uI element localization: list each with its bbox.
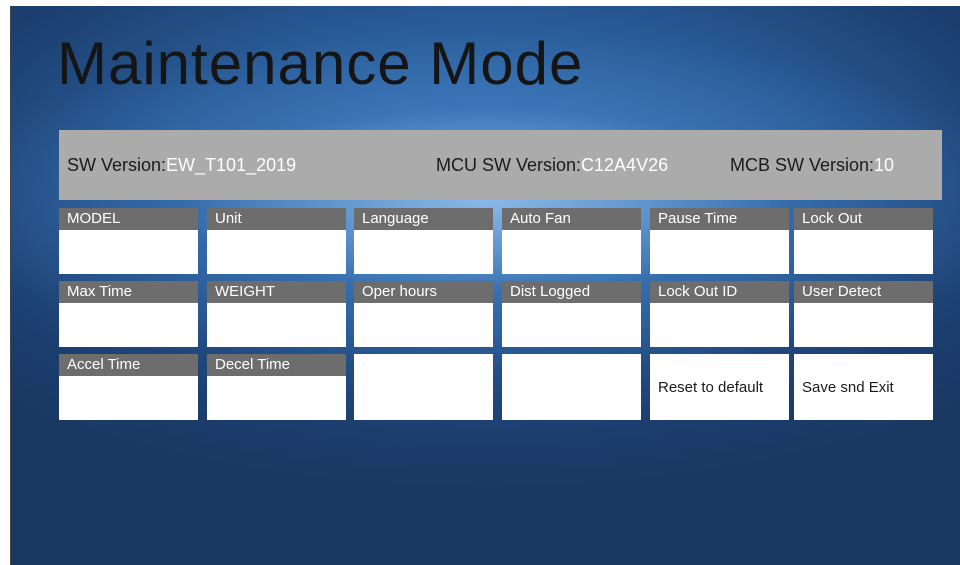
param-lock-out[interactable]: Lock Out — [794, 208, 933, 274]
param-label: Dist Logged — [502, 281, 641, 303]
param-label: Accel Time — [59, 354, 198, 376]
param-max-time[interactable]: Max Time — [59, 281, 198, 347]
page-title: Maintenance Mode — [57, 30, 584, 97]
param-label: Auto Fan — [502, 208, 641, 230]
maintenance-screen: Maintenance Mode SW Version: EW_T101_2019… — [10, 6, 960, 565]
param-decel-time[interactable]: Decel Time — [207, 354, 346, 420]
param-value — [354, 230, 493, 274]
param-value — [354, 303, 493, 347]
sw-version-panel: SW Version: EW_T101_2019 — [59, 130, 434, 200]
param-value — [207, 376, 346, 420]
param-model[interactable]: MODEL — [59, 208, 198, 274]
param-label: WEIGHT — [207, 281, 346, 303]
param-value — [794, 230, 933, 274]
param-accel-time[interactable]: Accel Time — [59, 354, 198, 420]
param-value — [207, 230, 346, 274]
mcu-version-panel: MCU SW Version: C12A4V26 — [428, 130, 726, 200]
param-label: Decel Time — [207, 354, 346, 376]
param-unit[interactable]: Unit — [207, 208, 346, 274]
param-value — [650, 230, 789, 274]
param-label: Lock Out — [794, 208, 933, 230]
param-value — [502, 303, 641, 347]
param-value — [794, 303, 933, 347]
mcb-version-panel: MCB SW Version: 10 — [721, 130, 942, 200]
param-pause-time[interactable]: Pause Time — [650, 208, 789, 274]
mcb-version-label: MCB SW Version: — [730, 154, 875, 175]
param-user-detect[interactable]: User Detect — [794, 281, 933, 347]
sw-version-label: SW Version: — [67, 154, 167, 175]
empty-panel — [354, 354, 493, 420]
sw-version-value: EW_T101_2019 — [166, 154, 297, 175]
param-dist-logged[interactable]: Dist Logged — [502, 281, 641, 347]
param-label: Language — [354, 208, 493, 230]
param-label: Lock Out ID — [650, 281, 789, 303]
param-value — [59, 303, 198, 347]
param-value — [650, 303, 789, 347]
mcb-version-value: 10 — [874, 154, 895, 175]
param-value — [59, 230, 198, 274]
param-auto-fan[interactable]: Auto Fan — [502, 208, 641, 274]
param-value — [502, 230, 641, 274]
empty-panel — [502, 354, 641, 420]
param-label: Max Time — [59, 281, 198, 303]
param-weight[interactable]: WEIGHT — [207, 281, 346, 347]
param-value — [59, 376, 198, 420]
param-label: Unit — [207, 208, 346, 230]
mcu-version-label: MCU SW Version: — [436, 154, 582, 175]
param-label: Oper hours — [354, 281, 493, 303]
reset-to-default-button[interactable]: Reset to default — [650, 354, 789, 420]
param-label: Pause Time — [650, 208, 789, 230]
param-label: User Detect — [794, 281, 933, 303]
param-value — [207, 303, 346, 347]
mcu-version-value: C12A4V26 — [581, 154, 669, 175]
save-and-exit-button[interactable]: Save snd Exit — [794, 354, 933, 420]
param-lock-out-id[interactable]: Lock Out ID — [650, 281, 789, 347]
param-language[interactable]: Language — [354, 208, 493, 274]
param-label: MODEL — [59, 208, 198, 230]
param-oper-hours[interactable]: Oper hours — [354, 281, 493, 347]
